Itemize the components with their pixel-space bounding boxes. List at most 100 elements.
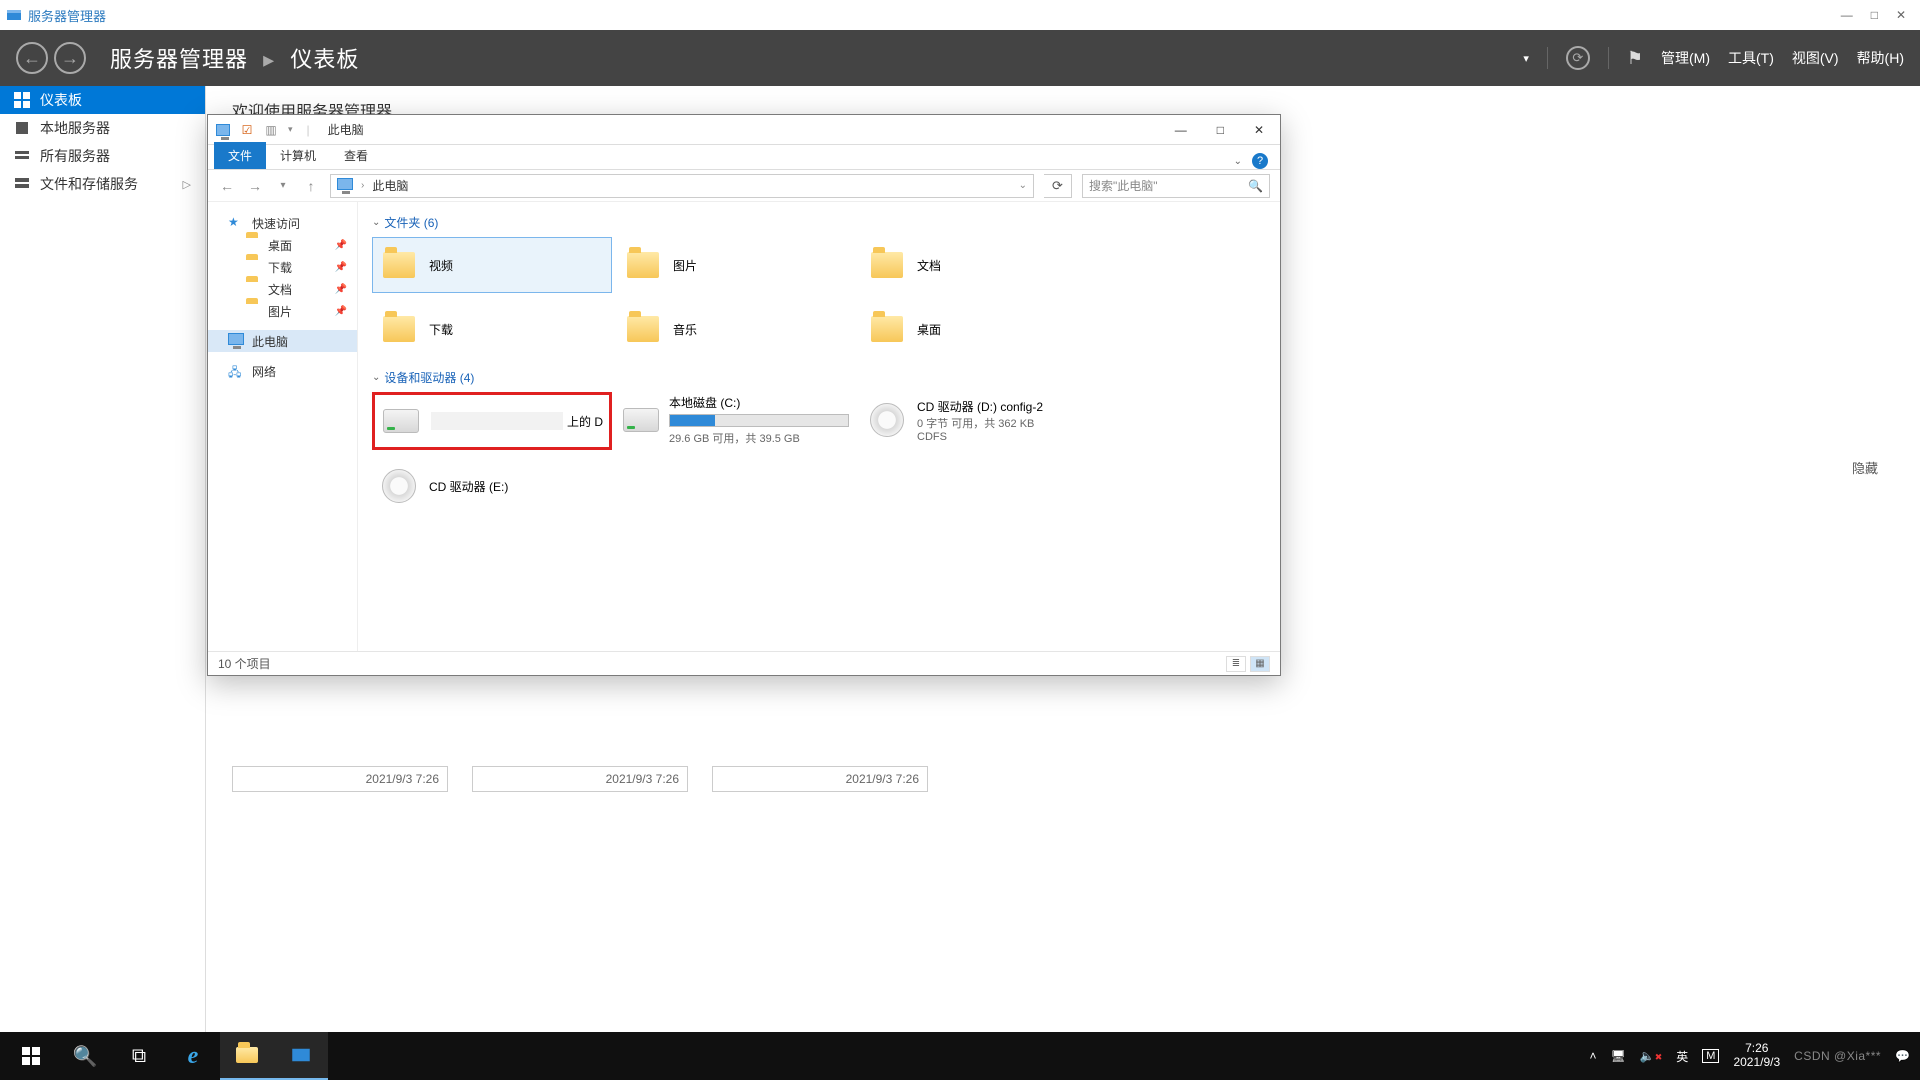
device-item-e-cd[interactable]: CD 驱动器 (E:): [372, 458, 612, 514]
nav-label: 下载: [268, 259, 292, 276]
search-input[interactable]: 搜索"此电脑" 🔍: [1082, 174, 1270, 198]
dashboard-tiles: 2021/9/3 7:26 2021/9/3 7:26 2021/9/3 7:2…: [232, 766, 928, 792]
folder-item-documents[interactable]: 文档: [860, 237, 1100, 293]
nav-network[interactable]: 🖧 网络: [208, 360, 357, 382]
group-header-folders[interactable]: ⌄ 文件夹 (6): [372, 214, 1266, 231]
tray-clock[interactable]: 7:26 2021/9/3: [1733, 1042, 1780, 1070]
breadcrumb-root: 服务器管理器: [110, 47, 248, 72]
folders-grid: 视频 图片 文档 下载 音乐: [372, 237, 1266, 357]
drive-icon: [381, 401, 421, 441]
nav-quick-access[interactable]: ★ 快速访问: [208, 212, 357, 234]
taskbar-ie-button[interactable]: e: [166, 1032, 220, 1080]
tile-timestamp-label: 2021/9/3 7:26: [606, 772, 679, 786]
ribbon-tab-file[interactable]: 文件: [214, 142, 266, 169]
group-header-label: 设备和驱动器 (4): [384, 369, 474, 386]
action-center-icon[interactable]: 💬: [1895, 1049, 1910, 1063]
banner-back-button[interactable]: ←: [16, 42, 48, 74]
dropdown-caret-icon[interactable]: ▾: [1523, 52, 1529, 65]
server-manager-icon: [6, 7, 22, 23]
sidebar-item-label: 所有服务器: [40, 146, 110, 166]
sidebar-item-local-server[interactable]: 本地服务器: [0, 114, 205, 142]
server-manager-titlebar: 服务器管理器 — □ ✕: [0, 0, 1920, 30]
drive-icon: [623, 400, 659, 440]
item-label: CD 驱动器 (E:): [429, 478, 508, 495]
nav-forward-button[interactable]: →: [246, 178, 264, 194]
nav-quick-desktop[interactable]: 桌面 📌: [208, 234, 357, 256]
address-text: 此电脑: [372, 177, 408, 194]
tray-network-icon[interactable]: 🖥: [1611, 1049, 1626, 1063]
exwin-min-button[interactable]: —: [1175, 123, 1187, 137]
smwin-max-button[interactable]: □: [1871, 8, 1878, 22]
address-input[interactable]: › 此电脑 ⌄: [330, 174, 1034, 198]
nav-quick-pictures[interactable]: 图片 📌: [208, 300, 357, 322]
folder-item-pictures[interactable]: 图片: [616, 237, 856, 293]
ribbon-tab-computer[interactable]: 计算机: [266, 142, 330, 169]
menu-manage[interactable]: 管理(M): [1661, 48, 1710, 68]
nav-up-button[interactable]: ↑: [302, 178, 320, 194]
collapse-icon: ⌄: [372, 372, 380, 383]
notifications-flag-icon[interactable]: ⚑: [1627, 48, 1643, 69]
nav-back-button[interactable]: ←: [218, 178, 236, 194]
address-refresh-button[interactable]: ⟳: [1044, 174, 1072, 198]
folder-item-videos[interactable]: 视频: [372, 237, 612, 293]
group-header-label: 文件夹 (6): [384, 214, 438, 231]
folder-item-downloads[interactable]: 下载: [372, 301, 612, 357]
nav-quick-downloads[interactable]: 下载 📌: [208, 256, 357, 278]
smwin-min-button[interactable]: —: [1841, 8, 1853, 22]
tile-timestamp[interactable]: 2021/9/3 7:26: [472, 766, 688, 792]
start-button[interactable]: [4, 1032, 58, 1080]
ribbon-expand-icon[interactable]: ⌄: [1234, 156, 1242, 167]
qat-new-icon[interactable]: ▥: [264, 123, 278, 137]
view-details-button[interactable]: ≣: [1226, 656, 1246, 672]
qat-properties-icon[interactable]: ☑: [240, 123, 254, 137]
ribbon-tab-view[interactable]: 查看: [330, 142, 382, 169]
device-item-remote-d[interactable]: 上的 D: [372, 392, 612, 450]
menu-tools[interactable]: 工具(T): [1728, 48, 1774, 68]
taskbar-explorer-button[interactable]: [220, 1032, 274, 1080]
banner-forward-button[interactable]: →: [54, 42, 86, 74]
nav-this-pc[interactable]: 此电脑: [208, 330, 357, 352]
tray-volume-icon[interactable]: 🔈✖: [1640, 1049, 1663, 1063]
task-view-button[interactable]: ⧉: [112, 1032, 166, 1080]
exwin-max-button[interactable]: □: [1217, 123, 1224, 137]
taskbar-server-manager-button[interactable]: [274, 1032, 328, 1080]
group-header-devices[interactable]: ⌄ 设备和驱动器 (4): [372, 369, 1266, 386]
pin-icon: 📌: [335, 240, 347, 251]
server-manager-banner: ← → 服务器管理器 ▸ 仪表板 ▾ ⟳ ⚑ 管理(M) 工具(T) 视图(V)…: [0, 30, 1920, 86]
explorer-app-icon[interactable]: [216, 123, 230, 137]
hide-link[interactable]: 隐藏: [1852, 458, 1878, 477]
tile-timestamp[interactable]: 2021/9/3 7:26: [232, 766, 448, 792]
device-item-d-cd[interactable]: CD 驱动器 (D:) config-2 0 字节 可用，共 362 KB CD…: [860, 392, 1100, 448]
exwin-close-button[interactable]: ✕: [1254, 123, 1264, 137]
nav-history-dropdown[interactable]: ▾: [274, 180, 292, 191]
item-label: 音乐: [673, 321, 697, 338]
folder-item-desktop[interactable]: 桌面: [860, 301, 1100, 357]
item-label: 文档: [917, 257, 941, 274]
breadcrumb[interactable]: 服务器管理器 ▸ 仪表板: [110, 42, 359, 74]
tray-overflow-icon[interactable]: ˄: [1590, 1049, 1597, 1063]
sidebar-item-dashboard[interactable]: 仪表板: [0, 86, 205, 114]
nav-quick-documents[interactable]: 文档 📌: [208, 278, 357, 300]
network-icon: 🖧: [228, 363, 244, 379]
addr-dropdown-icon[interactable]: ⌄: [1019, 180, 1027, 191]
menu-help[interactable]: 帮助(H): [1857, 48, 1904, 68]
ime-lang[interactable]: 英: [1676, 1048, 1688, 1065]
cd-icon: [379, 466, 419, 506]
folder-item-music[interactable]: 音乐: [616, 301, 856, 357]
help-icon[interactable]: ?: [1252, 153, 1268, 169]
tile-timestamp[interactable]: 2021/9/3 7:26: [712, 766, 928, 792]
sidebar-item-all-servers[interactable]: 所有服务器: [0, 142, 205, 170]
taskbar-search-button[interactable]: 🔍: [58, 1032, 112, 1080]
ime-mode[interactable]: M: [1702, 1049, 1719, 1063]
menu-view[interactable]: 视图(V): [1792, 48, 1839, 68]
sidebar-item-file-storage[interactable]: 文件和存储服务 ▷: [0, 170, 205, 198]
explorer-titlebar: ☑ ▥ ▾ | 此电脑 — □ ✕: [208, 115, 1280, 145]
nav-label: 桌面: [268, 237, 292, 254]
item-label: CD 驱动器 (D:) config-2: [917, 398, 1043, 415]
qat-dropdown-icon[interactable]: ▾: [288, 124, 293, 135]
device-item-c-drive[interactable]: 本地磁盘 (C:) 29.6 GB 可用，共 39.5 GB: [616, 392, 856, 448]
smwin-close-button[interactable]: ✕: [1896, 8, 1906, 22]
dashboard-icon: [14, 92, 30, 108]
refresh-icon[interactable]: ⟳: [1566, 46, 1590, 70]
view-tiles-button[interactable]: ▦: [1250, 656, 1270, 672]
